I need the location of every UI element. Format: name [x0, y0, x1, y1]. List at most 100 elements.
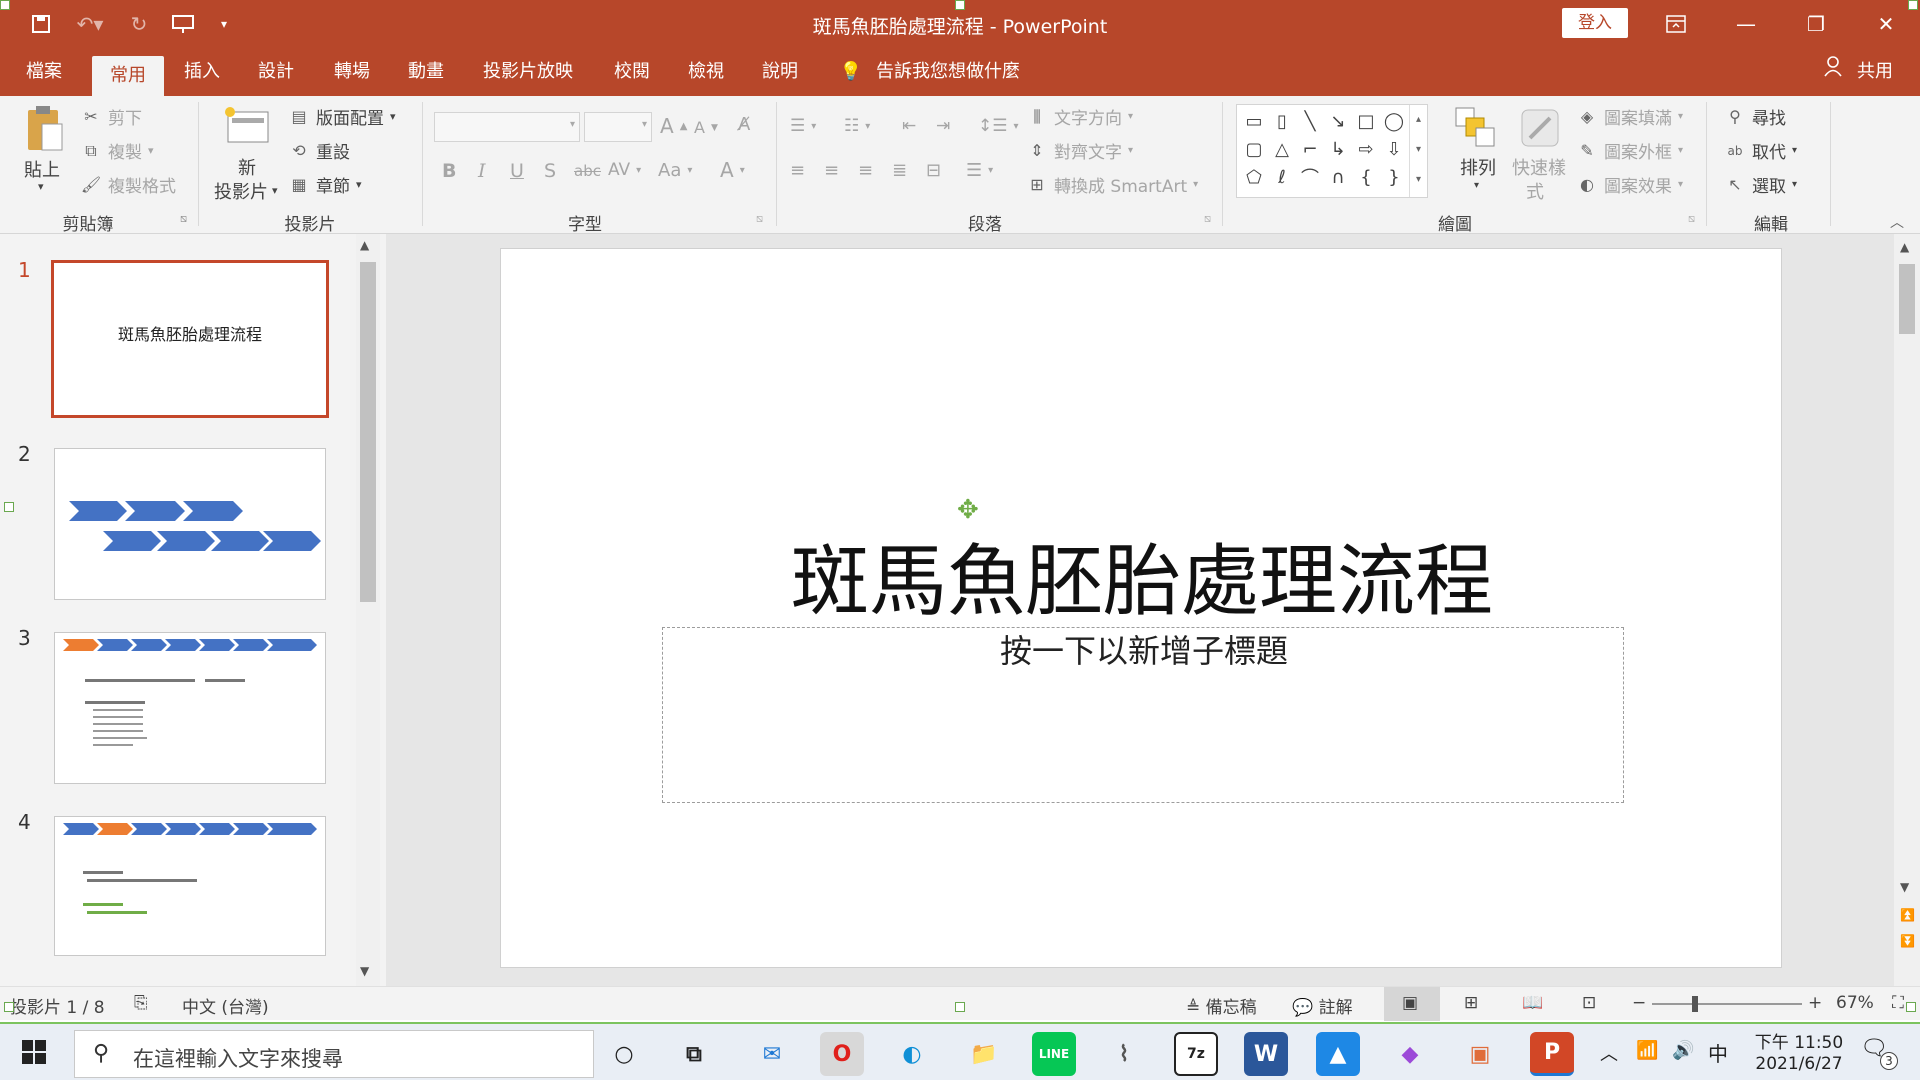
collapse-ribbon-icon[interactable]: ︿: [1890, 212, 1904, 232]
powerpoint-app-icon[interactable]: P: [1530, 1032, 1574, 1076]
font-color-icon[interactable]: A ▾: [720, 158, 745, 182]
change-case-icon[interactable]: Aa ▾: [658, 160, 692, 181]
word-app-icon[interactable]: W: [1244, 1032, 1288, 1076]
zoom-slider-thumb[interactable]: [1692, 996, 1698, 1012]
next-slide-icon[interactable]: ⏬: [1900, 934, 1915, 948]
language-indicator[interactable]: 中文 (台灣): [182, 993, 269, 1018]
copy-button[interactable]: ⧉ 複製 ▾: [80, 138, 153, 164]
cortana-icon[interactable]: ○: [602, 1032, 646, 1076]
scrollbar-thumb[interactable]: [1899, 264, 1915, 334]
presentation-app-icon[interactable]: ▣: [1458, 1032, 1502, 1076]
restore-icon[interactable]: ❐: [1786, 0, 1846, 48]
left-brace-shape-icon[interactable]: {: [1353, 165, 1379, 189]
shape-outline-button[interactable]: ✎ 圖案外框 ▾: [1576, 138, 1683, 164]
decrease-indent-icon[interactable]: ⇤: [902, 116, 916, 136]
slide-thumbnail-1[interactable]: 斑馬魚胚胎處理流程: [51, 260, 329, 418]
distributed-icon[interactable]: ⊟: [926, 160, 941, 181]
tab-review[interactable]: 校閱: [602, 48, 662, 96]
scroll-up-icon[interactable]: ▲: [1900, 240, 1909, 254]
arrange-icon[interactable]: [1454, 106, 1496, 150]
slide-sorter-icon[interactable]: ⊞: [1464, 993, 1478, 1013]
align-text-button[interactable]: ⇕ 對齊文字 ▾: [1026, 138, 1133, 164]
clock-date[interactable]: 2021/6/27: [1744, 1054, 1854, 1074]
slideshow-view-icon[interactable]: ⊡: [1582, 993, 1596, 1013]
scrollbar-thumb[interactable]: [360, 262, 376, 602]
oval-shape-icon[interactable]: ◯: [1381, 109, 1407, 133]
align-center-icon[interactable]: ≡: [824, 160, 839, 181]
elbow-connector-shape-icon[interactable]: ⌐: [1297, 137, 1323, 161]
dialog-launcher-icon[interactable]: ⧅: [756, 212, 763, 226]
dialog-launcher-icon[interactable]: ⧅: [1688, 212, 1695, 226]
right-arrow-shape-icon[interactable]: ⇨: [1353, 137, 1379, 161]
elbow-arrow-shape-icon[interactable]: ↳: [1325, 137, 1351, 161]
resize-handle[interactable]: [1908, 0, 1918, 10]
columns-icon[interactable]: ☰ ▾: [966, 160, 993, 181]
zoom-slider[interactable]: [1652, 996, 1802, 1012]
textbox-shape-icon[interactable]: ▭: [1241, 109, 1267, 133]
align-left-icon[interactable]: ≡: [790, 160, 805, 181]
quick-styles-icon[interactable]: [1518, 106, 1562, 150]
dialog-launcher-icon[interactable]: ⧅: [180, 212, 187, 226]
share-button[interactable]: 共用: [1852, 48, 1898, 96]
new-slide-icon[interactable]: [222, 104, 270, 148]
close-icon[interactable]: ✕: [1856, 0, 1916, 48]
tab-file[interactable]: 檔案: [14, 48, 74, 96]
resize-handle[interactable]: [955, 0, 965, 10]
opera-app-icon[interactable]: O: [820, 1032, 864, 1076]
show-hidden-icons-icon[interactable]: ︿: [1600, 1040, 1618, 1066]
scroll-up-icon[interactable]: ▲: [360, 238, 369, 252]
ime-indicator[interactable]: 中: [1708, 1038, 1728, 1067]
minimize-icon[interactable]: —: [1716, 0, 1776, 48]
align-right-icon[interactable]: ≡: [858, 160, 873, 181]
volume-icon[interactable]: 🔊: [1672, 1040, 1694, 1061]
fit-slide-icon[interactable]: ⛶: [1892, 993, 1904, 1013]
shape-fill-button[interactable]: ◈ 圖案填滿 ▾: [1576, 104, 1683, 130]
tab-design[interactable]: 設計: [246, 48, 306, 96]
slide-canvas[interactable]: ✥ 斑馬魚胚胎處理流程 按一下以新增子標題: [500, 248, 1782, 968]
wifi-icon[interactable]: 📶: [1636, 1040, 1658, 1061]
rounded-rect-shape-icon[interactable]: ▢: [1241, 137, 1267, 161]
tab-transitions[interactable]: 轉場: [322, 48, 382, 96]
tab-view[interactable]: 檢視: [676, 48, 736, 96]
reset-button[interactable]: ⟲ 重設: [288, 138, 350, 164]
grow-font-icon[interactable]: A ▲: [660, 114, 687, 138]
freeform-shape-icon[interactable]: ⬠: [1241, 165, 1267, 189]
character-spacing-icon[interactable]: AV ▾: [608, 160, 641, 180]
user-icon[interactable]: [1818, 48, 1848, 96]
lightbulb-icon[interactable]: 💡: [836, 48, 866, 96]
reading-view-icon[interactable]: 📖: [1522, 993, 1543, 1013]
line-spacing-icon[interactable]: ↕☰ ▾: [978, 116, 1019, 136]
down-arrow-shape-icon[interactable]: ⇩: [1381, 137, 1407, 161]
curve-shape-icon[interactable]: ∩: [1325, 165, 1351, 189]
convert-smartart-button[interactable]: ⊞ 轉換成 SmartArt ▾: [1026, 172, 1198, 198]
font-name-select[interactable]: ▾: [434, 112, 580, 142]
font-size-select[interactable]: ▾: [584, 112, 652, 142]
layout-button[interactable]: ▤ 版面配置 ▾: [288, 104, 395, 130]
file-explorer-icon[interactable]: 📁: [962, 1032, 1006, 1076]
italic-icon[interactable]: I: [478, 160, 486, 182]
subtitle-placeholder[interactable]: 按一下以新增子標題: [663, 628, 1625, 674]
numbering-icon[interactable]: ☷ ▾: [844, 116, 870, 136]
previous-slide-icon[interactable]: ⏫: [1900, 908, 1915, 922]
slide-thumbnail-2[interactable]: [54, 448, 326, 600]
bold-icon[interactable]: B: [442, 160, 456, 182]
section-button[interactable]: ▦ 章節 ▾: [288, 172, 361, 198]
arrow-line-shape-icon[interactable]: ↘: [1325, 109, 1351, 133]
shape-effects-button[interactable]: ◐ 圖案效果 ▾: [1576, 172, 1683, 198]
zoom-out-icon[interactable]: −: [1632, 993, 1646, 1013]
resize-handle[interactable]: [955, 1002, 965, 1012]
format-painter-button[interactable]: 🖌 複製格式: [80, 172, 176, 198]
network-monitor-app-icon[interactable]: ⌇: [1102, 1032, 1146, 1076]
shapes-gallery[interactable]: ▭ ▯ ╲ ↘ □ ◯ ▢ △ ⌐ ↳ ⇨ ⇩ ⬠ ℓ ⌒ ∩ { } ▴ ▾ ▾: [1236, 104, 1428, 198]
new-slide-dropdown-icon[interactable]: ▾: [272, 184, 278, 197]
clock-time[interactable]: 下午 11:50: [1744, 1028, 1854, 1053]
slide-title[interactable]: 斑馬魚胚胎處理流程: [501, 519, 1783, 631]
comments-button[interactable]: 💬 註解: [1292, 993, 1353, 1018]
shadow-icon[interactable]: S: [544, 160, 556, 182]
quick-styles-label-1[interactable]: 快速樣: [1512, 154, 1566, 180]
spell-check-icon[interactable]: ⎘: [134, 993, 148, 1013]
justify-icon[interactable]: ≣: [892, 160, 907, 181]
tell-me-search[interactable]: 告訴我您想做什麼: [876, 48, 1036, 96]
right-brace-shape-icon[interactable]: }: [1381, 165, 1407, 189]
scroll-down-icon[interactable]: ▼: [1900, 880, 1909, 894]
